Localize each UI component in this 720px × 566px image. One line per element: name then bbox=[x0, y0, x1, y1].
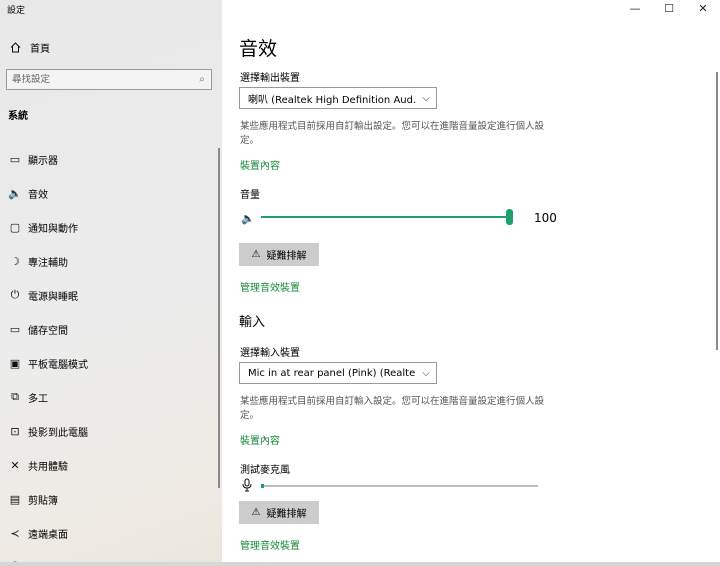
main-scrollbar[interactable] bbox=[716, 72, 718, 350]
sidebar-item-storage[interactable]: ▭ 儲存空間 bbox=[0, 312, 222, 346]
volume-slider[interactable] bbox=[261, 216, 511, 218]
sidebar-item-display[interactable]: ▭ 顯示器 bbox=[0, 142, 222, 176]
sidebar-item-shared-experiences[interactable]: ✕ 共用體驗 bbox=[0, 448, 222, 482]
mic-level-indicator bbox=[261, 484, 264, 488]
troubleshoot-label: 疑難排解 bbox=[266, 251, 307, 262]
app-title: 設定 bbox=[7, 6, 26, 16]
sidebar-item-label: 儲存空間 bbox=[28, 325, 68, 337]
sidebar-item-label: 電源與睡眠 bbox=[28, 291, 78, 303]
multitask-icon: ⧉ bbox=[11, 390, 19, 403]
window-bottom-border bbox=[0, 562, 720, 566]
sidebar-item-label: 共用體驗 bbox=[28, 461, 68, 473]
input-desc: 某些應用程式目前採用自訂輸入設定。您可以在進階音量設定進行個人設定。 bbox=[240, 396, 545, 421]
power-icon: ⏻ bbox=[10, 288, 20, 301]
maximize-button[interactable]: ☐ bbox=[652, 0, 686, 16]
share-icon: ✕ bbox=[10, 458, 20, 472]
tablet-icon: ▣ bbox=[9, 356, 21, 370]
monitor-icon: ▭ bbox=[9, 152, 21, 166]
window-controls: — ☐ ✕ bbox=[618, 0, 720, 16]
sidebar-item-notifications[interactable]: ▢ 通知與動作 bbox=[0, 210, 222, 244]
sidebar-item-home[interactable]: 首頁 bbox=[0, 36, 222, 58]
sidebar-item-label: 專注輔助 bbox=[28, 257, 68, 269]
storage-icon: ▭ bbox=[9, 322, 21, 336]
output-device-dropdown[interactable]: 喇叭 (Realtek High Definition Aud... ⌵ bbox=[239, 87, 437, 109]
sidebar-item-label: 顯示器 bbox=[28, 155, 58, 167]
chevron-down-icon: ⌵ bbox=[422, 367, 430, 379]
clipboard-icon: ▤ bbox=[9, 492, 21, 506]
home-icon bbox=[0, 41, 30, 53]
main-pane: — ☐ ✕ 音效 選擇輸出裝置 喇叭 (Realtek High Definit… bbox=[222, 0, 720, 566]
input-heading: 輸入 bbox=[239, 315, 266, 330]
microphone-icon bbox=[242, 478, 252, 495]
sidebar-item-multitasking[interactable]: ⧉ 多工 bbox=[0, 380, 222, 414]
warning-icon: ⚠ bbox=[251, 507, 261, 518]
input-device-properties-link[interactable]: 裝置內容 bbox=[240, 432, 280, 447]
input-troubleshoot-button[interactable]: ⚠ 疑難排解 bbox=[239, 501, 319, 524]
notification-icon: ▢ bbox=[9, 220, 21, 234]
output-manage-devices-link[interactable]: 管理音效裝置 bbox=[240, 279, 300, 294]
sidebar-item-label: 多工 bbox=[28, 393, 48, 405]
mic-test-label: 測試麥克風 bbox=[240, 465, 290, 476]
search-input[interactable] bbox=[12, 74, 193, 85]
minimize-button[interactable]: — bbox=[618, 0, 652, 16]
input-manage-devices-link[interactable]: 管理音效裝置 bbox=[240, 537, 300, 552]
sidebar-item-remote-desktop[interactable]: ≺ 遠端桌面 bbox=[0, 516, 222, 550]
remote-icon: ≺ bbox=[10, 526, 20, 540]
warning-icon: ⚠ bbox=[251, 249, 261, 260]
sidebar-item-label: 首頁 bbox=[30, 43, 50, 55]
volume-label: 音量 bbox=[240, 190, 260, 201]
output-desc: 某些應用程式目前採用自訂輸出設定。您可以在進階音量設定進行個人設定。 bbox=[240, 121, 545, 146]
output-device-label: 選擇輸出裝置 bbox=[240, 73, 300, 84]
output-troubleshoot-button[interactable]: ⚠ 疑難排解 bbox=[239, 243, 319, 266]
moon-icon: ☽ bbox=[10, 254, 20, 268]
output-device-value: 喇叭 (Realtek High Definition Aud... bbox=[248, 94, 416, 106]
sidebar-scrollbar[interactable] bbox=[218, 148, 220, 488]
search-box: ⌕ bbox=[6, 69, 212, 90]
sidebar-item-label: 平板電腦模式 bbox=[28, 359, 88, 371]
sidebar-item-label: 通知與動作 bbox=[28, 223, 78, 235]
sidebar-item-sound[interactable]: 🔈 音效 bbox=[0, 176, 222, 210]
sidebar: 設定 首頁 ⌕ 系統 ▭ 顯示器 🔈 音效 ▢ 通知與動作 ☽ 專注輔助 ⏻ 電… bbox=[0, 0, 222, 566]
sidebar-item-projecting[interactable]: ⊡ 投影到此電腦 bbox=[0, 414, 222, 448]
sidebar-item-label: 剪貼簿 bbox=[28, 495, 58, 507]
input-device-label: 選擇輸入裝置 bbox=[240, 348, 300, 359]
troubleshoot-label: 疑難排解 bbox=[266, 509, 307, 520]
project-icon: ⊡ bbox=[10, 424, 20, 438]
output-device-properties-link[interactable]: 裝置內容 bbox=[240, 157, 280, 172]
sidebar-item-clipboard[interactable]: ▤ 剪貼簿 bbox=[0, 482, 222, 516]
sidebar-item-power[interactable]: ⏻ 電源與睡眠 bbox=[0, 278, 222, 312]
section-title: 系統 bbox=[8, 111, 28, 122]
close-button[interactable]: ✕ bbox=[686, 0, 720, 16]
sidebar-item-label: 投影到此電腦 bbox=[28, 427, 88, 439]
input-device-value: Mic in at rear panel (Pink) (Realte... bbox=[248, 367, 416, 379]
mic-level-meter bbox=[261, 485, 538, 487]
volume-slider-thumb[interactable] bbox=[506, 209, 513, 225]
search-icon[interactable]: ⌕ bbox=[193, 74, 211, 85]
sidebar-item-label: 音效 bbox=[28, 189, 48, 201]
sidebar-nav: ▭ 顯示器 🔈 音效 ▢ 通知與動作 ☽ 專注輔助 ⏻ 電源與睡眠 ▭ 儲存空間… bbox=[0, 142, 222, 566]
input-device-dropdown[interactable]: Mic in at rear panel (Pink) (Realte... ⌵ bbox=[239, 362, 437, 384]
speaker-icon: 🔈 bbox=[8, 186, 22, 200]
chevron-down-icon: ⌵ bbox=[422, 92, 430, 104]
sidebar-item-focus-assist[interactable]: ☽ 專注輔助 bbox=[0, 244, 222, 278]
volume-value: 100 bbox=[534, 211, 557, 225]
sidebar-item-label: 遠端桌面 bbox=[28, 529, 68, 541]
sidebar-item-tablet[interactable]: ▣ 平板電腦模式 bbox=[0, 346, 222, 380]
speaker-icon: 🔈 bbox=[241, 212, 255, 225]
page-title: 音效 bbox=[239, 38, 278, 60]
